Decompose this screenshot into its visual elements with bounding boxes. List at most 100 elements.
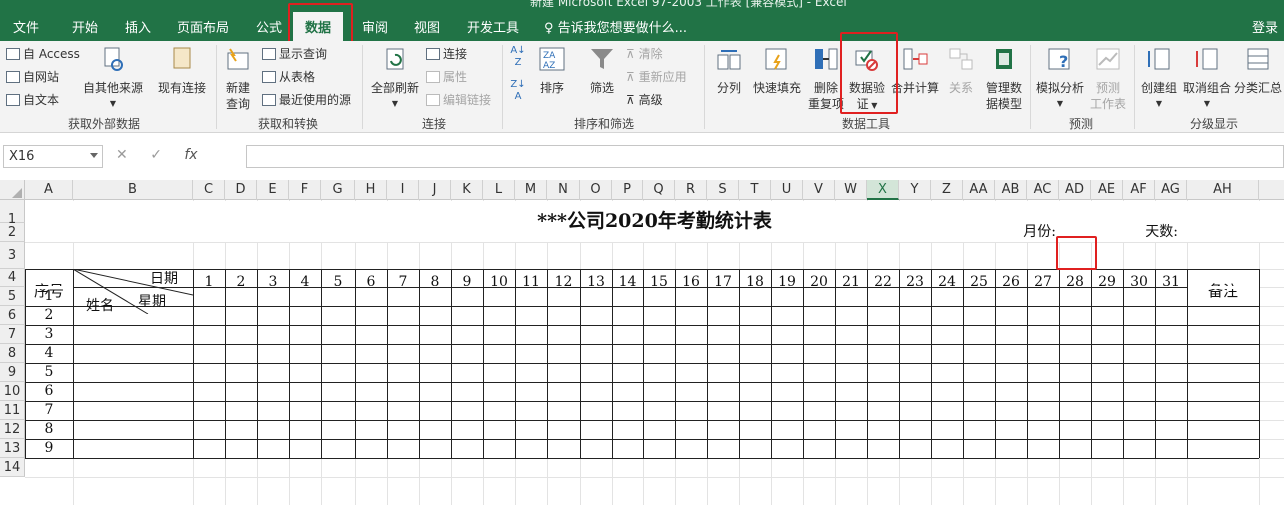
- select-all-corner[interactable]: [0, 180, 25, 200]
- column-header-s[interactable]: S: [707, 180, 739, 200]
- column-header-y[interactable]: Y: [899, 180, 931, 200]
- tab-file[interactable]: 文件: [13, 17, 39, 36]
- column-header-n[interactable]: N: [547, 180, 580, 200]
- lightbulb-icon: ♀: [544, 21, 558, 36]
- tab-review[interactable]: 审阅: [362, 17, 388, 36]
- reapply-button[interactable]: ⊼ 重新应用: [626, 68, 687, 85]
- edit-links-button[interactable]: 编辑链接: [426, 91, 491, 108]
- column-header-ah[interactable]: AH: [1187, 180, 1259, 200]
- recent-sources-button[interactable]: 最近使用的源: [262, 91, 351, 108]
- column-header-ab[interactable]: AB: [995, 180, 1027, 200]
- from-web-label: 自网站: [23, 70, 60, 84]
- row-header-14[interactable]: 14: [0, 458, 25, 477]
- relationships-button[interactable]: 关系: [942, 45, 980, 96]
- column-header-r[interactable]: R: [675, 180, 707, 200]
- column-header-b[interactable]: B: [73, 180, 193, 200]
- column-header-o[interactable]: O: [580, 180, 612, 200]
- tab-data[interactable]: 数据: [293, 12, 344, 41]
- text-to-columns-button[interactable]: 分列: [710, 45, 748, 96]
- tab-page-layout[interactable]: 页面布局: [177, 17, 229, 36]
- remove-duplicates-button[interactable]: 删除 重复项: [806, 45, 846, 112]
- column-header-aa[interactable]: AA: [963, 180, 995, 200]
- row-header-8[interactable]: 8: [0, 344, 25, 363]
- tab-home[interactable]: 开始: [72, 17, 98, 36]
- cancel-icon[interactable]: ✕: [116, 147, 128, 163]
- column-header-ae[interactable]: AE: [1091, 180, 1123, 200]
- forecast-sheet-button[interactable]: 预测 工作表: [1088, 45, 1128, 112]
- from-web-button[interactable]: 自网站: [6, 68, 59, 85]
- column-header-i[interactable]: I: [387, 180, 419, 200]
- name-box[interactable]: X16: [3, 145, 103, 168]
- data-validation-button[interactable]: 数据验证 ▼: [846, 45, 888, 114]
- advanced-filter-button[interactable]: ⊼ 高级: [626, 91, 663, 108]
- row-header-4[interactable]: 4: [0, 269, 25, 287]
- column-header-z[interactable]: Z: [931, 180, 963, 200]
- column-header-l[interactable]: L: [483, 180, 515, 200]
- sort-desc-button[interactable]: Z↓ A: [508, 79, 528, 103]
- worksheet-grid[interactable]: A B C D E F G H I J K L M N O P Q R S T U V W X Y Z AA AB AC AD AE AF AG…: [0, 180, 1284, 505]
- column-header-e[interactable]: E: [257, 180, 289, 200]
- tab-formulas[interactable]: 公式: [256, 17, 282, 36]
- filter-button[interactable]: 筛选: [582, 45, 622, 96]
- what-if-analysis-button[interactable]: ? 模拟分析 ▼: [1034, 45, 1086, 112]
- refresh-all-button[interactable]: 全部刷新 ▼: [366, 45, 424, 112]
- row-header-6[interactable]: 6: [0, 306, 25, 325]
- column-header-d[interactable]: D: [225, 180, 257, 200]
- column-header-g[interactable]: G: [321, 180, 355, 200]
- from-table-button[interactable]: 从表格: [262, 68, 315, 85]
- other-sources-button[interactable]: 自其他来源 ▼: [80, 45, 146, 112]
- column-header-q[interactable]: Q: [643, 180, 675, 200]
- new-query-button[interactable]: 新建 查询: [218, 45, 258, 112]
- column-header-u[interactable]: U: [771, 180, 803, 200]
- consolidate-button[interactable]: 合并计算: [890, 45, 940, 96]
- from-text-button[interactable]: 自文本: [6, 91, 59, 108]
- column-header-w[interactable]: W: [835, 180, 867, 200]
- properties-button[interactable]: 属性: [426, 68, 467, 85]
- show-queries-button[interactable]: 显示查询: [262, 45, 327, 62]
- column-header-ag[interactable]: AG: [1155, 180, 1187, 200]
- existing-connections-button[interactable]: 现有连接: [152, 45, 212, 96]
- column-header-k[interactable]: K: [451, 180, 483, 200]
- row-header-2[interactable]: 2: [0, 223, 25, 242]
- insert-function-icon[interactable]: fx: [184, 147, 197, 163]
- formula-input[interactable]: [246, 145, 1284, 168]
- row-header-10[interactable]: 10: [0, 382, 25, 401]
- column-header-af[interactable]: AF: [1123, 180, 1155, 200]
- column-header-v[interactable]: V: [803, 180, 835, 200]
- column-header-x[interactable]: X: [867, 180, 899, 200]
- sort-button[interactable]: ZA AZ 排序: [532, 45, 572, 96]
- row-header-12[interactable]: 12: [0, 420, 25, 439]
- tell-me-search[interactable]: ♀ 告诉我您想要做什么...: [544, 17, 687, 36]
- clear-filter-button[interactable]: ⊼ 清除: [626, 45, 663, 62]
- column-header-f[interactable]: F: [289, 180, 321, 200]
- sort-asc-button[interactable]: A↓ Z: [508, 45, 528, 69]
- row-header-5[interactable]: 5: [0, 287, 25, 306]
- column-header-a[interactable]: A: [25, 180, 73, 200]
- row-header-7[interactable]: 7: [0, 325, 25, 344]
- tab-insert[interactable]: 插入: [125, 17, 151, 36]
- column-header-ad[interactable]: AD: [1059, 180, 1091, 200]
- login-link[interactable]: 登录: [1252, 17, 1278, 36]
- ungroup-button[interactable]: 取消组合 ▼: [1182, 45, 1232, 112]
- row-header-13[interactable]: 13: [0, 439, 25, 458]
- column-header-j[interactable]: J: [419, 180, 451, 200]
- column-header-m[interactable]: M: [515, 180, 547, 200]
- manage-data-model-button[interactable]: 管理数 据模型: [982, 45, 1026, 112]
- column-header-ac[interactable]: AC: [1027, 180, 1059, 200]
- flash-fill-button[interactable]: 快速填充: [750, 45, 804, 96]
- row-header-9[interactable]: 9: [0, 363, 25, 382]
- tab-view[interactable]: 视图: [414, 17, 440, 36]
- row-header-3[interactable]: 3: [0, 242, 25, 269]
- column-header-t[interactable]: T: [739, 180, 771, 200]
- row-header-11[interactable]: 11: [0, 401, 25, 420]
- column-header-h[interactable]: H: [355, 180, 387, 200]
- tab-developer[interactable]: 开发工具: [467, 17, 519, 36]
- row-header-1[interactable]: 1: [0, 200, 25, 227]
- enter-icon[interactable]: ✓: [150, 147, 162, 163]
- connections-button[interactable]: 连接: [426, 45, 467, 62]
- group-button[interactable]: 创建组 ▼: [1138, 45, 1180, 112]
- from-access-button[interactable]: 自 Access: [6, 45, 80, 62]
- subtotal-button[interactable]: 分类汇总: [1232, 45, 1284, 96]
- column-header-p[interactable]: P: [612, 180, 643, 200]
- column-header-c[interactable]: C: [193, 180, 225, 200]
